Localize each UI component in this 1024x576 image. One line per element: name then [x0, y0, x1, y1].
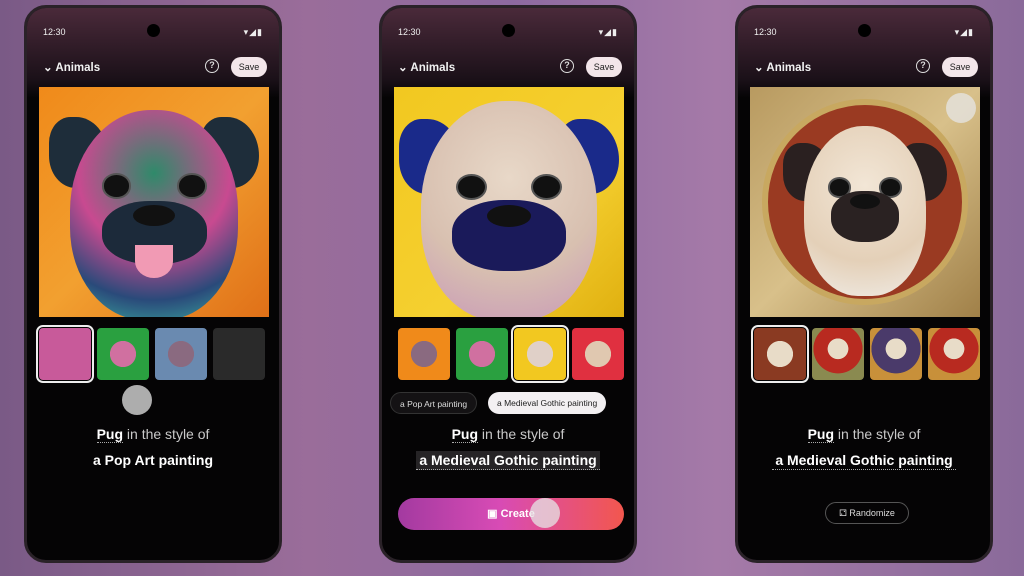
- status-icons: ▾◢▮: [598, 27, 618, 37]
- prompt-style[interactable]: a Medieval Gothic painting: [416, 451, 600, 470]
- save-button[interactable]: Save: [231, 57, 267, 77]
- gothic-pug: [780, 126, 950, 297]
- camera-cutout: [858, 24, 871, 37]
- save-button[interactable]: Save: [942, 57, 978, 77]
- category-dropdown[interactable]: ⌄ Animals: [43, 60, 100, 74]
- touch-indicator: [946, 93, 976, 123]
- prompt-line-2: a Medieval Gothic painting: [382, 451, 634, 470]
- thumbnail[interactable]: [36, 325, 94, 383]
- category-dropdown[interactable]: ⌄ Animals: [754, 60, 811, 74]
- thumbnail[interactable]: [572, 328, 624, 380]
- camera-cutout: [502, 24, 515, 37]
- phone-1: 12:30 ▾◢▮ ⌄ Animals ? Save Pug in the st…: [24, 5, 282, 563]
- thumbnail[interactable]: [511, 325, 569, 383]
- generated-image: [394, 87, 624, 317]
- help-icon[interactable]: ?: [205, 59, 219, 73]
- category-label: Animals: [55, 62, 101, 74]
- thumbnail-strip: [398, 325, 624, 383]
- prompt-line-1: Pug in the style of: [27, 426, 279, 443]
- randomize-label: Randomize: [849, 508, 895, 518]
- status-time: 12:30: [43, 27, 66, 37]
- thumbnail-strip: [751, 325, 980, 383]
- dice-icon: ⚁: [839, 508, 850, 518]
- image-plus-icon: ▣: [487, 508, 501, 520]
- header-background: [382, 8, 634, 98]
- randomize-button[interactable]: ⚁ Randomize: [825, 502, 909, 524]
- help-icon[interactable]: ?: [916, 59, 930, 73]
- thumbnail[interactable]: [456, 328, 508, 380]
- thumbnail[interactable]: [155, 328, 207, 380]
- prompt-connector: in the style of: [481, 426, 565, 442]
- thumbnail[interactable]: [398, 328, 450, 380]
- thumbnail-empty[interactable]: [213, 328, 265, 380]
- camera-cutout: [147, 24, 160, 37]
- header-background: [27, 8, 279, 98]
- thumbnail-strip: [36, 325, 265, 383]
- header-background: [738, 8, 990, 98]
- generated-image: [39, 87, 269, 317]
- gothic-pug: [399, 101, 619, 317]
- style-chip[interactable]: a Pop Art painting: [390, 392, 478, 414]
- category-label: Animals: [766, 62, 812, 74]
- prompt-subject[interactable]: Pug: [96, 426, 124, 443]
- prompt-subject[interactable]: Pug: [807, 426, 835, 443]
- style-chip-selected[interactable]: a Medieval Gothic painting: [488, 392, 607, 414]
- thumbnail[interactable]: [751, 325, 809, 383]
- save-button[interactable]: Save: [586, 57, 622, 77]
- prompt-line-1: Pug in the style of: [382, 426, 634, 443]
- prompt-connector: in the style of: [837, 426, 921, 442]
- prompt-subject[interactable]: Pug: [451, 426, 479, 443]
- prompt-style[interactable]: a Medieval Gothic painting: [772, 451, 956, 470]
- prompt-style[interactable]: a Pop Art painting: [90, 451, 216, 469]
- prompt-line-1: Pug in the style of: [738, 426, 990, 443]
- thumbnail[interactable]: [97, 328, 149, 380]
- prompt-line-2: a Medieval Gothic painting: [738, 451, 990, 470]
- pop-art-pug: [49, 106, 259, 317]
- status-time: 12:30: [754, 27, 777, 37]
- category-label: Animals: [410, 62, 456, 74]
- touch-indicator: [122, 385, 152, 415]
- status-icons: ▾◢▮: [954, 27, 974, 37]
- thumbnail[interactable]: [928, 328, 980, 380]
- prompt-line-2: a Pop Art painting: [27, 452, 279, 468]
- touch-indicator: [530, 498, 560, 528]
- prompt-connector: in the style of: [126, 426, 210, 442]
- status-time: 12:30: [398, 27, 421, 37]
- create-button[interactable]: ▣ Create: [398, 498, 624, 530]
- category-dropdown[interactable]: ⌄ Animals: [398, 60, 455, 74]
- phone-2: 12:30 ▾◢▮ ⌄ Animals ? Save a Pop Art pai…: [379, 5, 637, 563]
- status-icons: ▾◢▮: [243, 27, 263, 37]
- help-icon[interactable]: ?: [560, 59, 574, 73]
- thumbnail[interactable]: [812, 328, 864, 380]
- thumbnail[interactable]: [870, 328, 922, 380]
- phone-3: 12:30 ▾◢▮ ⌄ Animals ? Save Pug in the st…: [735, 5, 993, 563]
- generated-image: [750, 87, 980, 317]
